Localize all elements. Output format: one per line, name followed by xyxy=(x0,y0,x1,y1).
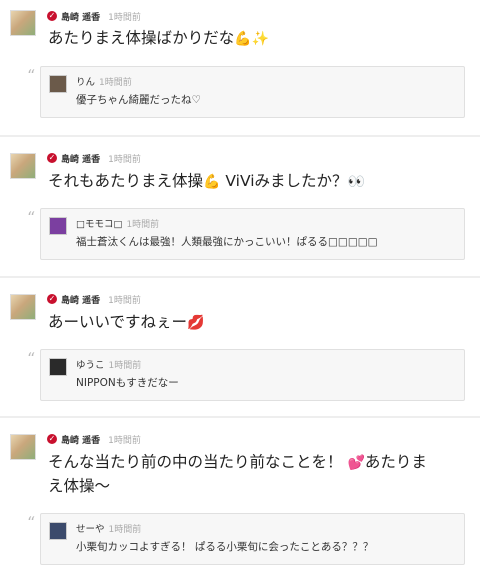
comment-box[interactable]: □モモコ□ 1時間前 福士蒼汰くんは最強！人類最強にかっこいい！ぱるる□□□□□ xyxy=(40,208,465,260)
post-author[interactable]: 島崎 遥香 xyxy=(61,10,100,23)
post-text-continued: ViViみましたか？ xyxy=(220,172,348,190)
quote-icon: “ xyxy=(27,66,36,85)
comment-author[interactable]: □モモコ□ xyxy=(76,216,122,230)
avatar[interactable] xyxy=(10,10,36,36)
post-text-main: あーいいですねぇー xyxy=(48,313,188,331)
flexed-biceps-icon: 💪 xyxy=(203,174,221,190)
comment-box[interactable]: ゆうこ 1時間前 NIPPONもすきだなー xyxy=(40,349,465,401)
divider xyxy=(0,276,480,278)
comment-author[interactable]: りん xyxy=(76,74,95,88)
comment-avatar[interactable] xyxy=(49,75,67,93)
post-text-main: そんな当たり前の中の当たり前なことを！ xyxy=(48,453,343,471)
post-text: あーいいですねぇー💋 xyxy=(48,311,468,335)
comment-avatar[interactable] xyxy=(49,522,67,540)
comment-time: 1時間前 xyxy=(108,360,142,371)
comment-text: NIPPONもすきだなー xyxy=(76,377,179,389)
post-author[interactable]: 島崎 遥香 xyxy=(61,152,100,165)
comment-author[interactable]: ゆうこ xyxy=(76,357,105,371)
divider xyxy=(0,135,480,137)
comment-author[interactable]: せーや xyxy=(76,521,105,535)
sparkles-icon: ✨ xyxy=(251,31,270,47)
post-meta: ✓ 島崎 遥香 1時間前 xyxy=(47,432,141,446)
post-meta: ✓ 島崎 遥香 1時間前 xyxy=(47,292,141,306)
comment-time: 1時間前 xyxy=(126,219,160,230)
comment-text: 優子ちゃん綺麗だったね♡ xyxy=(76,94,201,106)
comment-time: 1時間前 xyxy=(99,77,132,88)
comment-meta: せーや 1時間前 xyxy=(76,521,141,535)
flexed-biceps-icon: 💪 xyxy=(234,31,252,47)
verified-icon: ✓ xyxy=(47,153,57,163)
avatar[interactable] xyxy=(10,294,36,320)
post-time: 1時間前 xyxy=(108,295,141,306)
post-text: そんな当たり前の中の当たり前なことを！ 💕あたりまえ体操〜 xyxy=(48,451,428,498)
verified-icon: ✓ xyxy=(47,434,57,444)
comment-meta: □モモコ□ 1時間前 xyxy=(76,216,159,230)
avatar[interactable] xyxy=(10,434,36,460)
comment-time: 1時間前 xyxy=(108,524,142,535)
quote-icon: “ xyxy=(27,349,36,368)
quote-icon: “ xyxy=(27,513,36,532)
verified-icon: ✓ xyxy=(47,294,57,304)
comment-text: 福士蒼汰くんは最強！人類最強にかっこいい！ぱるる□□□□□ xyxy=(76,236,378,248)
comment-meta: ゆうこ 1時間前 xyxy=(76,357,141,371)
post-time: 1時間前 xyxy=(108,435,141,446)
comment-box[interactable]: りん 1時間前 優子ちゃん綺麗だったね♡ xyxy=(40,66,465,118)
post-text-main: あたりまえ体操ばかりだな xyxy=(48,29,235,47)
quote-icon: “ xyxy=(27,208,36,227)
avatar[interactable] xyxy=(10,153,36,179)
post-author[interactable]: 島崎 遥香 xyxy=(61,293,100,306)
lips-icon: 💋 xyxy=(187,315,205,331)
verified-icon: ✓ xyxy=(47,11,57,21)
divider xyxy=(0,416,480,418)
post-author[interactable]: 島崎 遥香 xyxy=(61,433,100,446)
post-text: それもあたりまえ体操💪 ViViみましたか？👀 xyxy=(48,170,468,194)
post-text: あたりまえ体操ばかりだな💪✨ xyxy=(48,27,468,51)
post-text-main: それもあたりまえ体操 xyxy=(48,172,204,190)
comment-text: 小栗旬カッコよすぎる！ ぱるる小栗旬に会ったことある？？？ xyxy=(76,541,374,553)
post-time: 1時間前 xyxy=(108,154,141,165)
post-time: 1時間前 xyxy=(108,12,141,23)
comment-box[interactable]: せーや 1時間前 小栗旬カッコよすぎる！ ぱるる小栗旬に会ったことある？？？ xyxy=(40,513,465,565)
comment-avatar[interactable] xyxy=(49,358,67,376)
comment-meta: りん 1時間前 xyxy=(76,74,132,88)
post-meta: ✓ 島崎 遥香 1時間前 xyxy=(47,151,141,165)
eyes-icon: 👀 xyxy=(347,174,365,190)
comment-avatar[interactable] xyxy=(49,217,67,235)
two-hearts-icon: 💕 xyxy=(347,455,365,471)
post-meta: ✓ 島崎 遥香 1時間前 xyxy=(47,9,141,23)
